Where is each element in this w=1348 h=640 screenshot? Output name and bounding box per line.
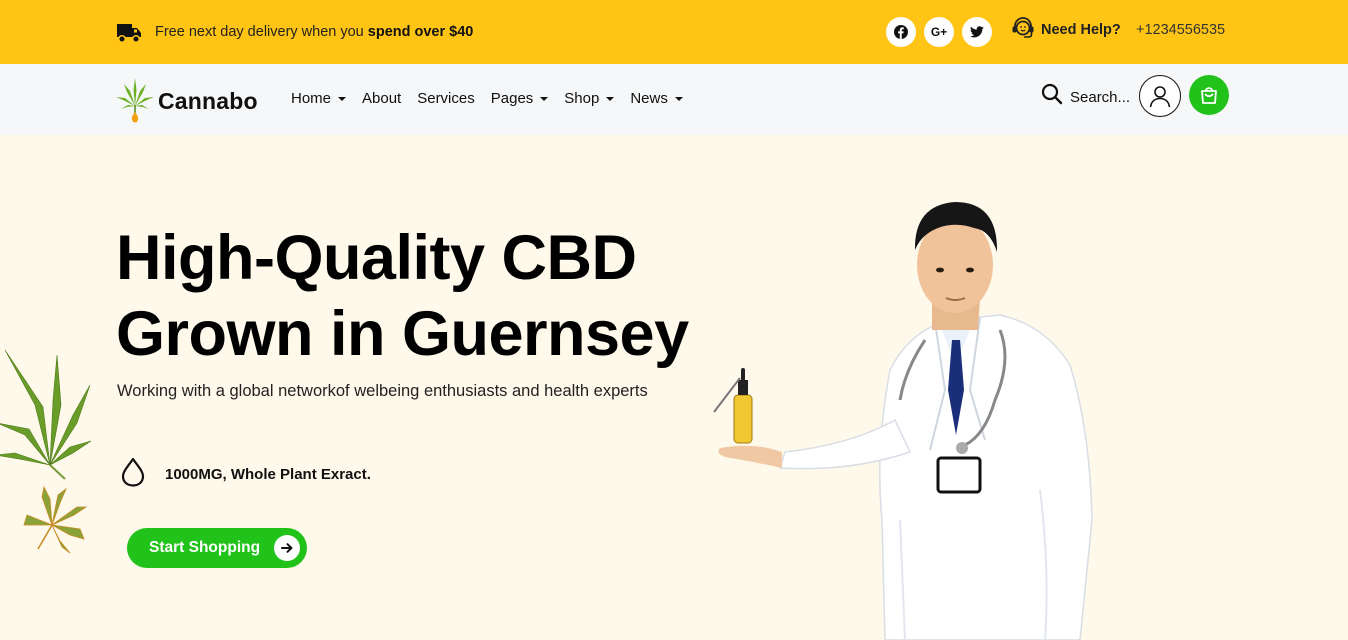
nav-about-label: About	[362, 90, 402, 107]
nav-shop-label: Shop	[564, 90, 600, 107]
delivery-notice: Free next day delivery when you spend ov…	[155, 24, 473, 40]
delivery-threshold: spend over $40	[367, 24, 474, 40]
nav-home-label: Home	[291, 90, 332, 107]
hero-title: High-Quality CBD Grown in Guernsey	[116, 220, 689, 372]
google-plus-link[interactable]: G+	[924, 17, 954, 47]
cannabis-leaf-logo-icon[interactable]	[115, 76, 155, 124]
twitter-icon	[970, 26, 984, 38]
search-trigger[interactable]: Search...	[1070, 89, 1130, 106]
user-icon	[1149, 86, 1171, 108]
shopping-bag-icon	[1201, 87, 1217, 104]
need-help-label: Need Help?	[1041, 22, 1121, 38]
caret-down-icon	[606, 96, 615, 101]
cart-button[interactable]	[1189, 75, 1229, 115]
facebook-icon	[894, 25, 908, 39]
hero-title-line-1: High-Quality CBD	[116, 223, 637, 293]
nav-about[interactable]: About	[362, 90, 401, 107]
start-shopping-button[interactable]: Start Shopping	[127, 528, 307, 568]
twitter-link[interactable]	[962, 17, 992, 47]
nav-services[interactable]: Services	[417, 90, 475, 107]
caret-down-icon	[338, 96, 347, 101]
nav-home[interactable]: Home	[291, 90, 347, 107]
cannabis-leaf-decoration	[0, 349, 92, 480]
hero-title-line-2: Grown in Guernsey	[116, 299, 689, 369]
arrow-right-icon	[274, 535, 300, 561]
caret-down-icon	[674, 96, 683, 101]
headset-icon	[1012, 17, 1034, 38]
nav-pages-label: Pages	[490, 90, 534, 107]
delivery-text: Free next day delivery when you	[155, 24, 368, 40]
nav-shop[interactable]: Shop	[564, 90, 615, 107]
nav-services-label: Services	[417, 90, 475, 107]
nav-news[interactable]: News	[630, 90, 683, 107]
truck-icon	[117, 24, 141, 44]
brand-name[interactable]: Cannabo	[158, 88, 258, 115]
nav-news-label: News	[630, 90, 668, 107]
oil-drop-icon	[121, 457, 145, 487]
main-menu: Home About Services Pages Shop News	[291, 90, 699, 107]
search-icon[interactable]	[1041, 83, 1063, 105]
account-button[interactable]	[1139, 75, 1181, 117]
hero-subtitle: Working with a global networkof welbeing…	[117, 382, 648, 400]
start-shopping-label: Start Shopping	[149, 539, 261, 556]
dried-leaf-decoration	[23, 485, 88, 554]
google-plus-icon: G+	[930, 25, 948, 39]
facebook-link[interactable]	[886, 17, 916, 47]
phone-number[interactable]: +1234556535	[1136, 22, 1225, 38]
caret-down-icon	[540, 96, 549, 101]
nav-pages[interactable]: Pages	[491, 90, 549, 107]
doctor-holding-cbd-bottle-image	[713, 202, 1093, 640]
feature-text: 1000MG, Whole Plant Exract.	[165, 466, 371, 483]
